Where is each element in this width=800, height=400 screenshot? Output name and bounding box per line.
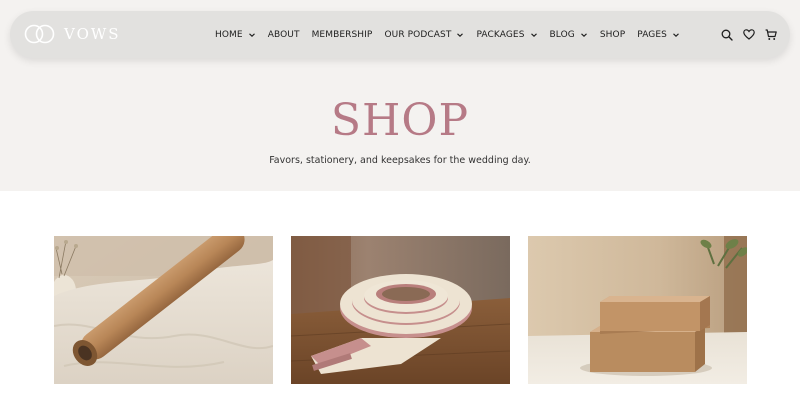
page-title: SHOP: [330, 95, 470, 146]
header-actions: [720, 11, 778, 58]
chevron-down-icon: [457, 32, 464, 37]
chevron-down-icon: [530, 32, 537, 37]
nav-item-blog[interactable]: BLOG: [550, 30, 588, 40]
nav-item-shop[interactable]: SHOP: [600, 30, 625, 40]
nav-item-label: ABOUT: [267, 29, 300, 40]
nav-item-about[interactable]: ABOUT: [268, 30, 300, 40]
nav-item-packages[interactable]: PACKAGES: [476, 30, 537, 40]
chevron-down-icon: [673, 32, 679, 37]
product-image-cork-yoga-mat[interactable]: [54, 236, 273, 384]
nav-item-label: HOME: [215, 29, 243, 40]
nav-item-label: SHOP: [599, 29, 626, 40]
product-card[interactable]: [291, 236, 510, 384]
product-card[interactable]: [54, 236, 273, 384]
rings-logo-icon: [24, 24, 55, 44]
product-grid: [54, 236, 747, 384]
nav-item-our-podcast[interactable]: OUR PODCAST: [384, 30, 464, 40]
chevron-down-icon: [580, 32, 587, 37]
main-nav: HOME ABOUT MEMBERSHIP OUR PODCAST PACKAG…: [215, 11, 680, 58]
nav-item-label: PAGES: [637, 29, 667, 40]
logo-text: VOWS: [64, 25, 121, 43]
nav-item-label: PACKAGES: [476, 29, 525, 40]
nav-item-home[interactable]: HOME: [215, 30, 256, 40]
product-card[interactable]: [528, 236, 747, 384]
nav-item-membership[interactable]: MEMBERSHIP: [312, 30, 373, 40]
search-icon[interactable]: [720, 28, 734, 42]
nav-item-pages[interactable]: PAGES: [637, 30, 680, 40]
page-subtitle: Favors, stationery, and keepsakes for th…: [269, 155, 531, 166]
product-image-strap-roll[interactable]: [291, 236, 510, 384]
nav-item-label: OUR PODCAST: [384, 29, 452, 40]
chevron-down-icon: [248, 32, 255, 37]
nav-item-label: MEMBERSHIP: [311, 29, 373, 40]
nav-item-label: BLOG: [549, 29, 575, 40]
heart-icon[interactable]: [742, 28, 756, 42]
product-image-cork-blocks[interactable]: [528, 236, 747, 384]
site-header: VOWS HOME ABOUT MEMBERSHIP OUR PODCAST P…: [10, 11, 790, 58]
cart-icon[interactable]: [764, 28, 778, 42]
site-logo[interactable]: VOWS: [24, 24, 121, 44]
